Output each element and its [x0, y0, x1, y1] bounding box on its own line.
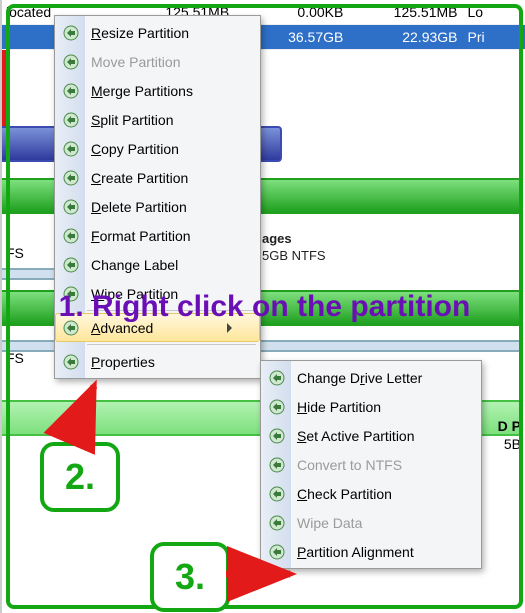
annotation-text: 1. Right click on the partition	[6, 4, 523, 609]
annotation-text: 2.	[65, 456, 95, 498]
annotation-callout-1: 1. Right click on the partition	[2, 0, 258, 158]
annotation-callout-3: 3.	[150, 542, 230, 612]
annotation-text: 3.	[175, 556, 205, 598]
annotation-callout-2: 2.	[40, 442, 120, 512]
